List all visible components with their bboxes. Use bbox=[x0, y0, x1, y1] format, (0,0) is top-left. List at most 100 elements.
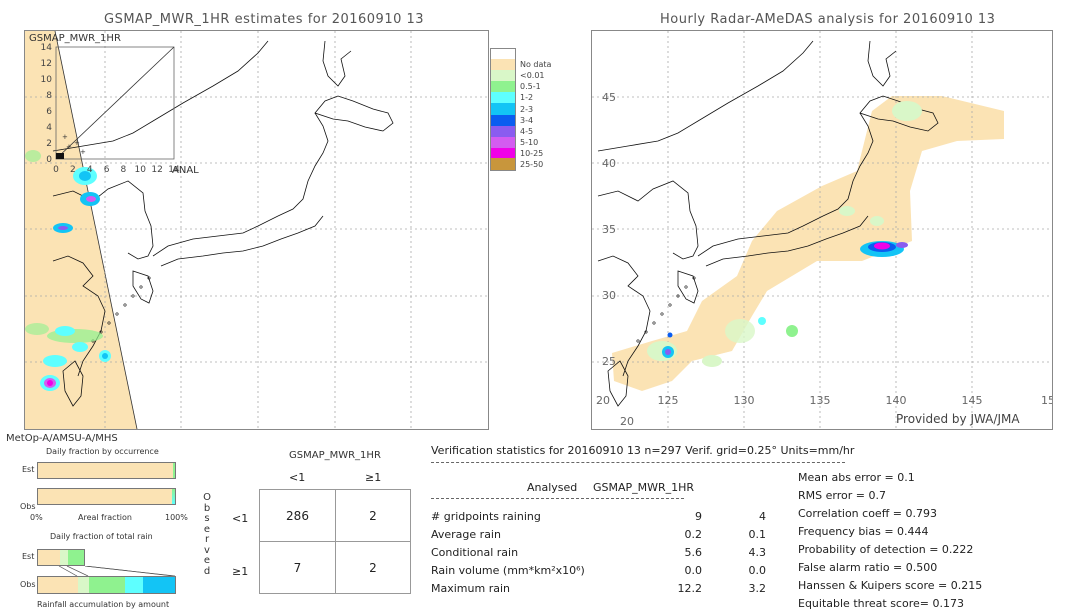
lon-label: 130 bbox=[734, 394, 755, 407]
occurrence-title: Daily fraction by occurrence bbox=[46, 447, 159, 456]
island bbox=[684, 285, 688, 289]
legend-swatch bbox=[490, 103, 516, 115]
lat-label: 35 bbox=[602, 223, 616, 236]
occ-x-mid: Areal fraction bbox=[78, 513, 132, 522]
island bbox=[660, 312, 664, 316]
lon-label: 125 bbox=[658, 394, 679, 407]
rain-blob bbox=[786, 325, 798, 337]
occ-x-right: 100% bbox=[165, 513, 188, 522]
coastline bbox=[597, 180, 699, 260]
col-model: GSMAP_MWR_1HR bbox=[593, 481, 695, 494]
inset-y-tick: 4 bbox=[46, 123, 52, 133]
rain-blob bbox=[892, 101, 922, 121]
legend-swatch bbox=[490, 47, 516, 60]
coastline bbox=[132, 270, 154, 304]
legend-label: 4-5 bbox=[520, 126, 534, 136]
legend-label: 2-3 bbox=[520, 104, 534, 114]
legend-item: 25-50 bbox=[490, 158, 551, 171]
stat-row-analysed: 5.6 bbox=[684, 546, 703, 559]
observed-letter: O bbox=[203, 492, 211, 503]
occ-bar-est bbox=[37, 462, 176, 479]
legend-swatch bbox=[490, 147, 516, 159]
rain-blob bbox=[86, 196, 96, 202]
inset-y-tick: 0 bbox=[46, 155, 52, 165]
rain-blob bbox=[896, 242, 908, 248]
legend-item: No data bbox=[490, 59, 552, 71]
rain-blob bbox=[702, 355, 722, 367]
inset-point-cluster bbox=[56, 153, 64, 159]
lat-label: 45 bbox=[602, 91, 616, 104]
credit-label: Provided by JWA/JMA bbox=[896, 412, 1020, 426]
stat-row-analysed: 0.2 bbox=[684, 528, 703, 541]
lon-label: 145 bbox=[962, 394, 983, 407]
inset-x-tick: 2 bbox=[70, 165, 76, 175]
left-map-canvas: 141210864200 2 4 6 8 10 12 14+ +++ bbox=[25, 31, 488, 429]
inset-x-tick: 8 bbox=[121, 165, 127, 175]
coastline bbox=[152, 112, 329, 257]
score-item: Frequency bias = 0.444 bbox=[798, 525, 929, 538]
legend-label: No data bbox=[520, 60, 552, 70]
rain-row-est: Est bbox=[22, 552, 35, 561]
stat-row-label: Conditional rain bbox=[431, 546, 519, 559]
inset-y-tick: 8 bbox=[46, 91, 52, 101]
legend-item: 3-4 bbox=[490, 114, 551, 126]
header-divider bbox=[431, 462, 845, 463]
legend-label: 0.5-1 bbox=[520, 82, 541, 92]
legend-item: <0.01 bbox=[490, 70, 551, 82]
lon-label: 135 bbox=[810, 394, 831, 407]
rain-blob bbox=[758, 317, 766, 325]
coastline bbox=[314, 95, 394, 132]
ct-cell-miss: 7 bbox=[293, 561, 302, 575]
stat-row-model: 4 bbox=[759, 510, 766, 523]
legend-swatch bbox=[490, 125, 516, 137]
legend-label: 5-10 bbox=[520, 137, 539, 147]
legend-item: 4-5 bbox=[490, 125, 551, 137]
island bbox=[652, 321, 656, 325]
rain-blob bbox=[667, 332, 673, 338]
occ-bar-obs bbox=[37, 488, 176, 505]
inset-y-tick: 6 bbox=[46, 107, 52, 117]
stat-row-analysed: 0.0 bbox=[684, 564, 703, 577]
rain-blob bbox=[47, 380, 53, 386]
island bbox=[636, 339, 640, 343]
coastline bbox=[52, 40, 269, 152]
rain-connector-lines bbox=[58, 566, 176, 576]
stat-row-label: Average rain bbox=[431, 528, 501, 541]
rain-bar-obs bbox=[37, 576, 176, 594]
rain-blob bbox=[55, 326, 75, 336]
legend-item: 2-3 bbox=[490, 103, 551, 115]
inset-x-tick: 6 bbox=[104, 165, 110, 175]
inset-y-tick: 12 bbox=[41, 59, 52, 69]
ct-cell-hit-neg: 286 bbox=[286, 509, 309, 523]
rain-blob bbox=[725, 319, 755, 343]
score-item: Mean abs error = 0.1 bbox=[798, 471, 915, 484]
rain-blob bbox=[72, 342, 88, 352]
inset-point: + bbox=[74, 139, 80, 147]
ct-cell-false-alarm: 2 bbox=[369, 509, 377, 523]
rain-blob bbox=[43, 355, 67, 367]
lat-label: 30 bbox=[602, 289, 616, 302]
sensor-label: MetOp-A/AMSU-A/MHS bbox=[6, 433, 118, 444]
lat-label: 25 bbox=[602, 355, 616, 368]
legend-label: 1-2 bbox=[520, 93, 534, 103]
inset-x-label: ANAL bbox=[172, 165, 199, 176]
rain-blob bbox=[870, 216, 884, 226]
col-analysed: Analysed bbox=[527, 481, 578, 494]
score-item: Equitable threat score= 0.173 bbox=[798, 597, 964, 610]
stat-row-label: # gridpoints raining bbox=[431, 510, 541, 523]
inset-x-tick: 10 bbox=[135, 165, 147, 175]
ct-col-header-ge1: ≥1 bbox=[365, 471, 382, 484]
left-map-title: GSMAP_MWR_1HR estimates for 20160910 13 bbox=[104, 12, 425, 27]
score-item: Probability of detection = 0.222 bbox=[798, 543, 974, 556]
inset-x-tick: 12 bbox=[151, 165, 162, 175]
coastline bbox=[322, 40, 352, 87]
table-divider bbox=[431, 498, 684, 499]
coastline bbox=[867, 40, 897, 87]
legend-swatch bbox=[490, 59, 516, 71]
inset-point: + bbox=[80, 148, 86, 156]
stat-row-analysed: 12.2 bbox=[677, 582, 703, 595]
inset-y-tick: 2 bbox=[46, 139, 52, 149]
stat-row-analysed: 9 bbox=[695, 510, 702, 523]
island bbox=[668, 303, 672, 307]
observed-letter: r bbox=[204, 534, 210, 545]
